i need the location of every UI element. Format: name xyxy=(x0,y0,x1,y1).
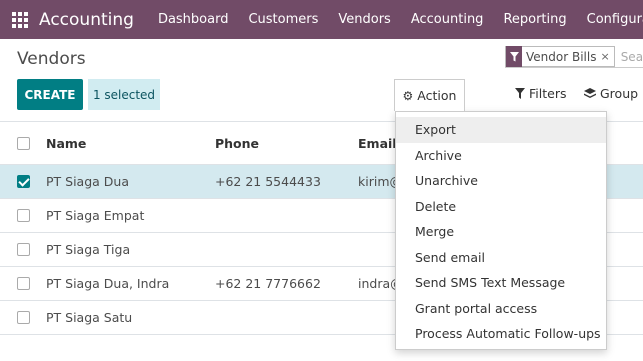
group-by-label: Group B xyxy=(600,86,643,101)
action-button-label: Action xyxy=(417,88,457,103)
menu-item-merge[interactable]: Merge xyxy=(396,219,606,245)
row-checkbox[interactable] xyxy=(17,311,30,324)
menu-item-send-sms[interactable]: Send SMS Text Message xyxy=(396,270,606,296)
menu-item-customers[interactable]: Customers xyxy=(248,12,318,27)
search-facet: Vendor Bills × xyxy=(505,46,615,67)
filters-label: Filters xyxy=(529,86,567,101)
menu-item-archive[interactable]: Archive xyxy=(396,143,606,169)
layers-icon xyxy=(584,87,596,98)
row-name: PT Siaga Dua, Indra xyxy=(46,276,170,291)
search-bar[interactable]: Vendor Bills × Sear xyxy=(505,46,643,68)
facet-remove-icon[interactable]: × xyxy=(600,50,613,63)
apps-menu-icon[interactable] xyxy=(12,11,28,28)
main-menu: Dashboard Customers Vendors Accounting R… xyxy=(148,12,643,27)
row-phone: +62 21 5544433 xyxy=(215,174,321,189)
search-input[interactable]: Sear xyxy=(621,50,643,64)
menu-item-dashboard[interactable]: Dashboard xyxy=(158,12,229,27)
row-phone: +62 21 7776662 xyxy=(215,276,321,291)
row-email: indra@ xyxy=(358,276,396,291)
menu-item-vendors[interactable]: Vendors xyxy=(338,12,390,27)
menu-item-process-follow-ups[interactable]: Process Automatic Follow-ups xyxy=(396,321,606,347)
menu-item-send-email[interactable]: Send email xyxy=(396,245,606,271)
filter-facet-icon xyxy=(506,46,522,67)
top-navbar: Accounting Dashboard Customers Vendors A… xyxy=(0,0,643,39)
row-checkbox[interactable] xyxy=(17,277,30,290)
row-checkbox[interactable] xyxy=(17,209,30,222)
menu-item-accounting[interactable]: Accounting xyxy=(411,12,484,27)
filter-icon xyxy=(515,88,525,99)
facet-label: Vendor Bills xyxy=(526,49,597,64)
row-checkbox[interactable] xyxy=(17,243,30,256)
gear-icon: ⚙ xyxy=(402,88,414,103)
group-by-button[interactable]: Group B xyxy=(584,86,643,101)
action-dropdown-menu: Export Archive Unarchive Delete Merge Se… xyxy=(395,111,607,350)
menu-item-grant-portal-access[interactable]: Grant portal access xyxy=(396,296,606,322)
action-button[interactable]: ⚙ Action xyxy=(394,79,465,111)
page-title: Vendors xyxy=(17,49,86,69)
app-title[interactable]: Accounting xyxy=(39,10,134,30)
menu-item-delete[interactable]: Delete xyxy=(396,194,606,220)
create-button[interactable]: CREATE xyxy=(17,79,83,110)
menu-item-unarchive[interactable]: Unarchive xyxy=(396,168,606,194)
column-header-phone[interactable]: Phone xyxy=(215,136,350,151)
select-all-checkbox[interactable] xyxy=(17,137,30,150)
menu-item-reporting[interactable]: Reporting xyxy=(503,12,566,27)
row-name: PT Siaga Empat xyxy=(46,208,145,223)
column-header-name[interactable]: Name xyxy=(46,136,206,151)
row-checkbox[interactable] xyxy=(17,175,30,188)
column-header-email[interactable]: Email xyxy=(358,136,396,151)
row-name: PT Siaga Satu xyxy=(46,310,133,325)
filters-button[interactable]: Filters xyxy=(515,86,566,101)
selection-count-badge[interactable]: 1 selected xyxy=(88,79,160,110)
row-name: PT Siaga Tiga xyxy=(46,242,131,257)
row-email: kirim@ xyxy=(358,174,396,189)
menu-item-configuration[interactable]: Configuration xyxy=(587,12,643,27)
row-name: PT Siaga Dua xyxy=(46,174,129,189)
menu-item-export[interactable]: Export xyxy=(396,117,606,143)
